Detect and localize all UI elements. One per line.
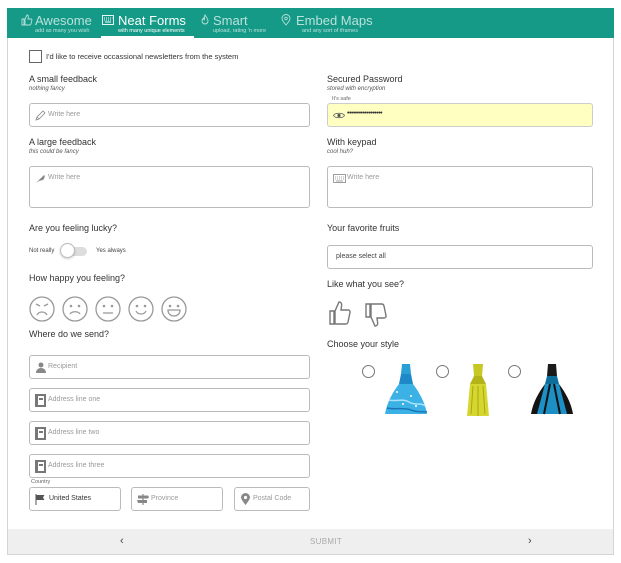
flame-icon: [201, 14, 209, 25]
map-pin-icon: [241, 493, 250, 505]
password-label: Secured Password: [327, 74, 403, 84]
newsletter-label: I'd like to receive occassional newslett…: [46, 52, 239, 61]
postal-code-placeholder: Postal Code: [253, 495, 292, 502]
fruits-placeholder: please select all: [336, 253, 386, 260]
province-placeholder: Province: [151, 495, 179, 502]
country-label: Country: [31, 479, 51, 485]
password-value: ••••••••••••••••••: [347, 110, 383, 117]
black-blue-ballgown-image: [531, 364, 573, 415]
address-line-one-placeholder: Address line one: [48, 396, 101, 403]
submit-button[interactable]: SUBMIT: [310, 537, 342, 546]
newsletter-checkbox[interactable]: [29, 50, 42, 63]
large-feedback-placeholder: Write here: [48, 174, 81, 181]
country-value: United States: [49, 495, 92, 502]
neutral-face-icon[interactable]: [95, 296, 121, 322]
user-icon: [36, 362, 46, 373]
keyboard-icon: [333, 174, 346, 183]
tab-title: Smart: [213, 13, 248, 28]
small-feedback-input[interactable]: Write here: [29, 103, 310, 127]
small-feedback-sub: nothing fancy: [29, 86, 65, 92]
keypad-label: With keypad: [327, 137, 377, 147]
tab-title: Awesome: [35, 13, 92, 28]
signpost-icon: [137, 494, 149, 505]
address-line-two-input[interactable]: Address line two: [29, 421, 310, 445]
tab-subtitle: add as many you wish: [35, 28, 90, 34]
very-happy-face-icon[interactable]: [161, 296, 187, 322]
recipient-placeholder: Recipient: [48, 363, 78, 370]
like-label: Like what you see?: [327, 279, 405, 289]
tab-embed-maps[interactable]: Embed Maps and any sort of iframes: [280, 8, 380, 38]
address-label: Where do we send?: [29, 329, 110, 339]
pencil-icon: [35, 110, 46, 121]
tab-title: Neat Forms: [118, 13, 186, 28]
fruits-label: Your favorite fruits: [327, 223, 400, 233]
keypad-placeholder: Write here: [347, 174, 380, 181]
tab-subtitle: with many unique elements: [118, 28, 185, 34]
eye-icon: [333, 112, 345, 119]
keypad-textarea[interactable]: Write here: [327, 166, 593, 208]
address-book-icon: [35, 427, 46, 440]
style-radio-3[interactable]: [508, 365, 521, 378]
address-line-two-placeholder: Address line two: [48, 429, 100, 436]
small-feedback-placeholder: Write here: [48, 111, 81, 118]
province-input[interactable]: Province: [131, 487, 223, 511]
thumbs-up-icon[interactable]: [328, 300, 352, 326]
next-button[interactable]: ›: [528, 535, 532, 547]
lucky-toggle-knob[interactable]: [60, 243, 75, 258]
postal-code-input[interactable]: Postal Code: [234, 487, 310, 511]
thumbs-up-icon: [21, 14, 33, 26]
address-line-three-input[interactable]: Address line three: [29, 454, 310, 478]
tab-subtitle: upload, rating 'n more: [213, 28, 267, 34]
address-book-icon: [35, 460, 46, 473]
footer-bar: ‹ SUBMIT ›: [8, 529, 613, 554]
small-feedback-label: A small feedback: [29, 74, 98, 84]
address-book-icon: [35, 394, 46, 407]
sad-face-icon[interactable]: [62, 296, 88, 322]
address-line-one-input[interactable]: Address line one: [29, 388, 310, 412]
tab-neat-forms[interactable]: Neat Forms with many unique elements: [102, 8, 202, 38]
map-pin-icon: [281, 14, 291, 26]
address-line-three-placeholder: Address line three: [48, 462, 105, 469]
password-sub: stored with encryption: [327, 86, 386, 92]
previous-button[interactable]: ‹: [120, 535, 124, 547]
tab-smart[interactable]: Smart upload, rating 'n more: [199, 8, 284, 38]
tab-awesome[interactable]: Awesome add as many you wish: [21, 8, 111, 38]
keypad-sub: cool huh?: [327, 149, 354, 155]
happy-face-icon[interactable]: [128, 296, 154, 322]
lucky-label: Are you feeling lucky?: [29, 223, 118, 233]
style-radio-1[interactable]: [362, 365, 375, 378]
large-feedback-label: A large feedback: [29, 137, 97, 147]
flag-icon: [35, 494, 45, 505]
lucky-off-label: Not really: [29, 248, 55, 254]
lucky-on-label: Yes always: [96, 248, 126, 254]
style-radio-2[interactable]: [436, 365, 449, 378]
thumbs-down-icon[interactable]: [364, 302, 388, 328]
recipient-input[interactable]: Recipient: [29, 355, 310, 379]
country-select[interactable]: United States: [29, 487, 121, 511]
password-hint: It's safe: [332, 96, 351, 102]
very-sad-face-icon[interactable]: [29, 296, 55, 322]
large-feedback-sub: this could be fancy: [29, 149, 79, 155]
style-label: Choose your style: [327, 339, 400, 349]
password-input[interactable]: ••••••••••••••••••: [327, 103, 593, 127]
keyboard-icon: [102, 15, 114, 25]
fruits-select[interactable]: please select all: [327, 245, 593, 269]
tab-title: Embed Maps: [296, 13, 373, 28]
yellow-dress-image: [467, 364, 489, 416]
large-feedback-textarea[interactable]: Write here: [29, 166, 310, 208]
active-tab-indicator: [101, 36, 194, 38]
tab-bar: Awesome add as many you wish Neat Forms …: [7, 8, 614, 38]
tab-subtitle: and any sort of iframes: [302, 28, 358, 34]
feather-icon: [36, 175, 45, 183]
happy-label: How happy you feeling?: [29, 273, 126, 283]
blue-ballgown-image: [385, 364, 428, 414]
